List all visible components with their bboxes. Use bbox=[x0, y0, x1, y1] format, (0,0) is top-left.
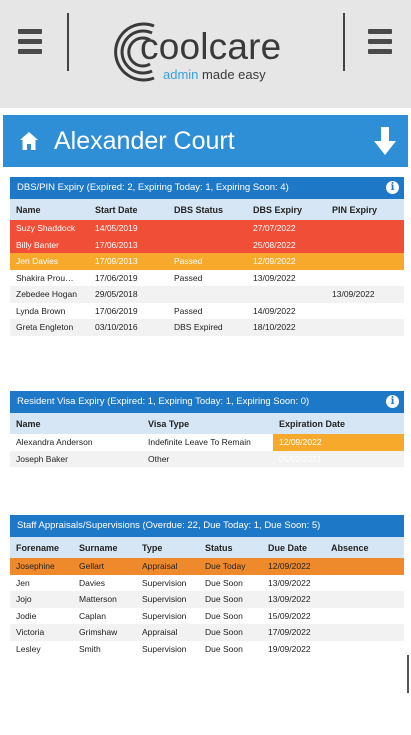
logo-tagline: admin made easy bbox=[163, 67, 266, 82]
visa-table: Name Visa Type Expiration Date Alexandra A… bbox=[10, 413, 404, 467]
table-row[interactable]: Lesley Smith Supervision Due Soon 19/09/2022 bbox=[10, 641, 404, 658]
site-header: Alexander Court bbox=[3, 115, 408, 167]
table-row[interactable]: Suzy Shaddock 14/05/2019 27/07/2022 bbox=[10, 220, 404, 237]
logo-wordmark: coolcare bbox=[140, 26, 282, 67]
table-row[interactable]: Victoria Grimshaw Appraisal Due Soon 17/09/2… bbox=[10, 624, 404, 641]
coolcare-logo[interactable]: coolcare admin made easy bbox=[108, 18, 308, 86]
divider bbox=[343, 13, 345, 71]
arrow-down-icon[interactable] bbox=[374, 127, 396, 155]
table-header: Name Visa Type Expiration Date bbox=[10, 413, 404, 434]
menu-icon[interactable] bbox=[368, 29, 392, 54]
appraisals-table: Forename Surname Type Status Due Date Absence… bbox=[10, 537, 404, 657]
dbs-expiry-panel: DBS/PIN Expiry (Expired: 2, Expiring Tod… bbox=[10, 177, 404, 336]
panel-title: Staff Appraisals/Supervisions (Overdue: … bbox=[10, 515, 404, 537]
info-icon[interactable]: i bbox=[386, 181, 399, 194]
table-row[interactable]: Greta Engleton 03/10/2016 DBS Expired 18/10… bbox=[10, 319, 404, 336]
panel-title: Resident Visa Expiry (Expired: 1, Expiri… bbox=[10, 391, 404, 413]
info-icon[interactable]: i bbox=[386, 395, 399, 408]
table-row[interactable]: Jen Davies Supervision Due Soon 13/09/2022 bbox=[10, 575, 404, 592]
table-row[interactable]: Jojo Matterson Supervision Due Soon 13/09/20… bbox=[10, 591, 404, 608]
table-row[interactable]: Zebedee Hogan 29/05/2018 13/09/2022 bbox=[10, 286, 404, 303]
top-bar: coolcare admin made easy bbox=[0, 0, 411, 108]
table-header: Forename Surname Type Status Due Date Absence bbox=[10, 537, 404, 558]
scrollbar-thumb[interactable] bbox=[407, 655, 409, 693]
table-row[interactable]: Lynda Brown 17/06/2019 Passed 14/09/2022 bbox=[10, 303, 404, 320]
table-header: Name Start Date DBS Status DBS Expiry PIN Ex… bbox=[10, 199, 404, 220]
table-row[interactable]: Jen Davies 17/09/2013 Passed 12/09/2022 bbox=[10, 253, 404, 270]
table-row[interactable]: Alexandra Anderson Indefinite Leave To Re… bbox=[10, 434, 404, 451]
visa-expiry-panel: Resident Visa Expiry (Expired: 1, Expiri… bbox=[10, 391, 404, 467]
appraisals-panel: Staff Appraisals/Supervisions (Overdue: … bbox=[10, 515, 404, 657]
home-icon[interactable] bbox=[19, 131, 39, 151]
divider bbox=[67, 13, 69, 71]
dbs-table: Name Start Date DBS Status DBS Expiry PIN Ex… bbox=[10, 199, 404, 336]
table-row[interactable]: Shakira Prou… 17/06/2019 Passed 13/09/2022 bbox=[10, 270, 404, 287]
page-title: Alexander Court bbox=[54, 127, 235, 155]
menu-icon[interactable] bbox=[18, 29, 42, 54]
table-row[interactable]: Billy Banter 17/06/2013 25/08/2022 bbox=[10, 236, 404, 253]
table-row[interactable]: Jodie Caplan Supervision Due Soon 15/09/2022 bbox=[10, 608, 404, 625]
panel-title: DBS/PIN Expiry (Expired: 2, Expiring Tod… bbox=[10, 177, 404, 199]
table-row[interactable]: Joseph Baker Other 05/02/2021 bbox=[10, 450, 404, 467]
table-row[interactable]: Josephine Gellart Appraisal Due Today 12/09/… bbox=[10, 558, 404, 575]
